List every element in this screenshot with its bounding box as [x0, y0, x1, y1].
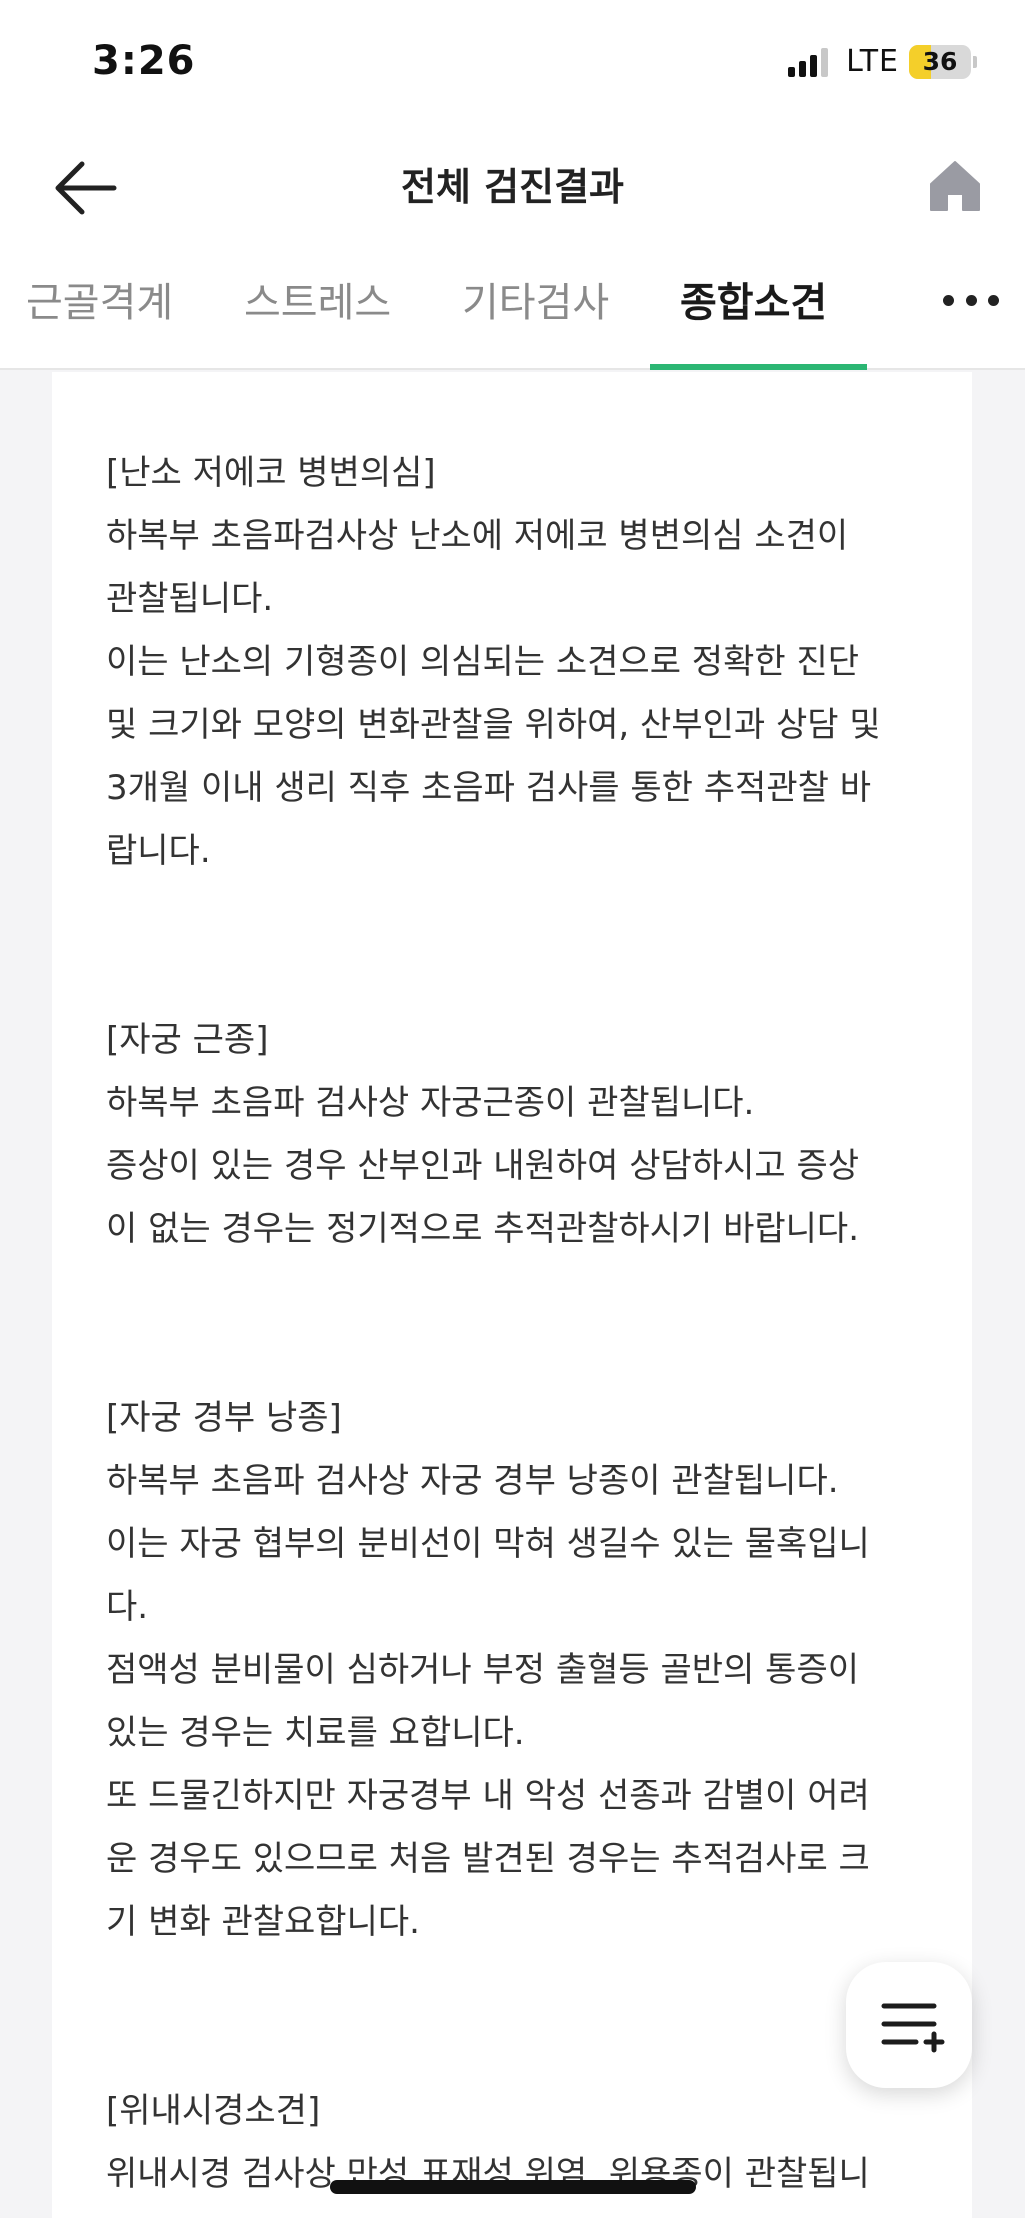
active-tab-indicator	[650, 364, 867, 370]
more-dot-icon	[965, 294, 977, 306]
finding-section: [난소 저에코 병변의심] 하복부 초음파검사상 난소에 저에코 병변의심 소견…	[106, 442, 936, 883]
home-indicator[interactable]	[330, 2180, 696, 2194]
screen: 3:26 LTE 36 전체 검진결과 근골격계 스트레스 기타검사 종합소견 …	[0, 0, 1025, 2218]
more-button[interactable]	[943, 288, 999, 312]
finding-title: [위내시경소견]	[106, 2091, 321, 2131]
findings-content: [난소 저에코 병변의심] 하복부 초음파검사상 난소에 저에코 병변의심 소견…	[106, 442, 936, 2206]
finding-text: 및 크기와 모양의 변화관찰을 위하여, 산부인과 상담 및	[106, 705, 881, 745]
tab-stress[interactable]: 스트레스	[244, 270, 391, 328]
cellular-signal-icon	[788, 47, 832, 77]
network-type: LTE	[846, 44, 899, 79]
finding-text: 하복부 초음파검사상 난소에 저에코 병변의심 소견이	[106, 516, 849, 556]
more-dot-icon	[943, 294, 954, 306]
finding-section: [자궁 근종] 하복부 초음파 검사상 자궁근종이 관찰됩니다. 증상이 있는 …	[106, 1009, 936, 1261]
finding-text: 위내시경 검사상 만성 표재성 위염, 위용종이 관찰됩니	[106, 2154, 870, 2194]
finding-section: [자궁 경부 낭종] 하복부 초음파 검사상 자궁 경부 낭종이 관찰됩니다. …	[106, 1387, 936, 1954]
battery-icon: 36	[909, 44, 971, 79]
finding-text: 하복부 초음파 검사상 자궁 경부 낭종이 관찰됩니다.	[106, 1461, 839, 1501]
list-add-button[interactable]	[846, 1962, 972, 2088]
finding-text: 또 드물긴하지만 자궁경부 내 악성 선종과 감별이 어려	[106, 1776, 870, 1816]
page-title: 전체 검진결과	[401, 165, 624, 209]
finding-title: [자궁 근종]	[106, 1020, 269, 1060]
tab-overall-findings[interactable]: 종합소견	[680, 270, 827, 328]
finding-text: 관찰됩니다.	[106, 579, 274, 619]
finding-text: 증상이 있는 경우 산부인과 내원하여 상담하시고 증상	[106, 1146, 860, 1186]
list-add-icon	[881, 2003, 945, 2053]
home-icon	[930, 161, 980, 211]
finding-text: 이는 자궁 협부의 분비선이 막혀 생길수 있는 물혹입니	[106, 1524, 870, 1564]
finding-text: 이 없는 경우는 정기적으로 추적관찰하시기 바랍니다.	[106, 1209, 860, 1249]
status-indicators: LTE 36	[788, 44, 977, 79]
finding-text: 이는 난소의 기형종이 의심되는 소견으로 정확한 진단	[106, 642, 860, 682]
finding-title: [자궁 경부 낭종]	[106, 1398, 342, 1438]
home-button[interactable]	[927, 158, 983, 214]
tab-musculoskeletal[interactable]: 근골격계	[26, 270, 173, 328]
finding-text: 있는 경우는 치료를 요합니다.	[106, 1713, 525, 1753]
finding-text: 운 경우도 있으므로 처음 발견된 경우는 추적검사로 크	[106, 1839, 870, 1879]
finding-text: 랍니다.	[106, 831, 211, 871]
finding-text: 3개월 이내 생리 직후 초음파 검사를 통한 추적관찰 바	[106, 768, 871, 808]
tab-bar: 근골격계 스트레스 기타검사 종합소견	[0, 240, 1025, 370]
finding-text: 다.	[106, 1587, 149, 1627]
tab-other-tests[interactable]: 기타검사	[462, 270, 609, 328]
finding-text: 기 변화 관찰요합니다.	[106, 1902, 420, 1942]
status-time: 3:26	[92, 38, 196, 84]
status-bar: 3:26 LTE 36	[0, 0, 1025, 130]
findings-card: [난소 저에코 병변의심] 하복부 초음파검사상 난소에 저에코 병변의심 소견…	[52, 372, 972, 2218]
finding-title: [난소 저에코 병변의심]	[106, 453, 436, 493]
finding-text: 점액성 분비물이 심하거나 부정 출혈등 골반의 통증이	[106, 1650, 860, 1690]
app-header: 전체 검진결과	[0, 130, 1025, 240]
finding-text: 하복부 초음파 검사상 자궁근종이 관찰됩니다.	[106, 1083, 755, 1123]
battery-cap	[973, 55, 977, 68]
more-dot-icon	[988, 294, 999, 306]
battery-level: 36	[922, 47, 958, 76]
